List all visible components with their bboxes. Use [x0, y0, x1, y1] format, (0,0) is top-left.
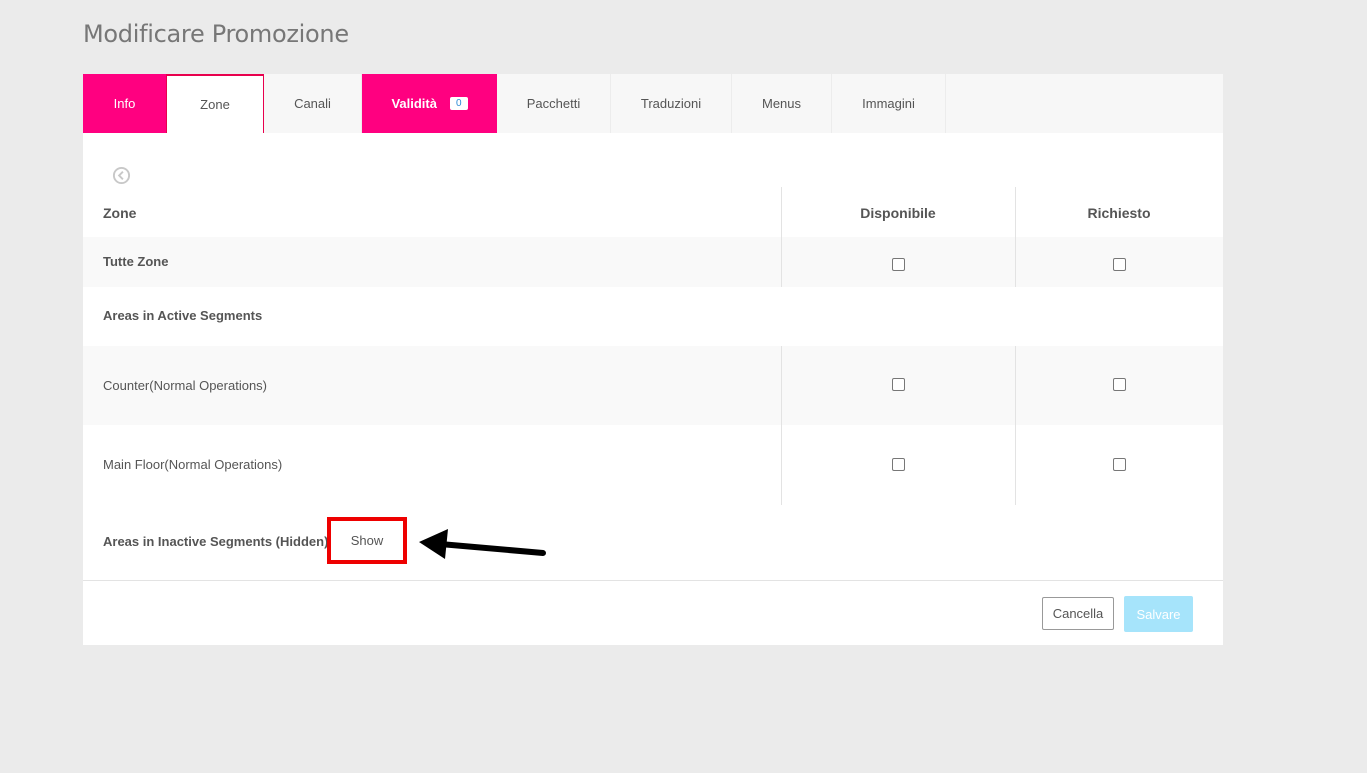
tab-pacchetti[interactable]: Pacchetti [497, 74, 611, 133]
zone-header: Zone [103, 205, 137, 221]
tab-traduzioni[interactable]: Traduzioni [611, 74, 732, 133]
zone-label: Counter(Normal Operations) [103, 378, 268, 393]
validity-count-badge: 0 [449, 97, 468, 110]
tab-label: Info [113, 96, 136, 111]
tab-zone[interactable]: Zone [166, 74, 264, 133]
tab-bar: Info Zone Canali Validità 0 Pacchetti Tra… [83, 74, 1223, 133]
available-checkbox[interactable] [892, 378, 905, 391]
active-segments-heading: Areas in Active Segments [103, 308, 263, 323]
all-zones-label: Tutte Zone [103, 254, 169, 269]
page-title: Modificare Promozione [83, 20, 349, 48]
tab-label: Menus [761, 96, 802, 111]
inactive-segments-heading: Areas in Inactive Segments (Hidden) [103, 534, 329, 549]
tab-menus[interactable]: Menus [732, 74, 832, 133]
all-zones-required-checkbox[interactable] [1113, 258, 1126, 271]
tab-label: Canali [294, 96, 331, 111]
zone-label: Main Floor(Normal Operations) [103, 457, 283, 472]
table-header: Zone Disponibile Richiesto [83, 187, 1223, 237]
tab-label: Traduzioni [640, 96, 702, 111]
show-hidden-areas-button[interactable]: Show [327, 517, 407, 564]
tab-validita[interactable]: Validità 0 [362, 74, 497, 133]
circle-chevron-left-icon[interactable] [112, 166, 131, 185]
footer-divider [83, 580, 1223, 581]
cancel-button[interactable]: Cancella [1042, 597, 1114, 630]
required-checkbox[interactable] [1113, 378, 1126, 391]
required-header: Richiesto [1087, 205, 1151, 221]
all-zones-available-checkbox[interactable] [892, 258, 905, 271]
tab-label: Pacchetti [526, 96, 581, 111]
promotion-card: Info Zone Canali Validità 0 Pacchetti Tra… [83, 74, 1223, 645]
column-divider [1015, 346, 1016, 505]
save-button[interactable]: Salvare [1124, 596, 1193, 632]
tab-info[interactable]: Info [83, 74, 166, 133]
tab-label: Zone [200, 97, 230, 112]
column-divider [781, 346, 782, 505]
column-divider [1015, 187, 1016, 287]
table-row: Counter(Normal Operations) [83, 346, 1223, 425]
tab-canali[interactable]: Canali [264, 74, 362, 133]
column-divider [781, 187, 782, 287]
required-checkbox[interactable] [1113, 458, 1126, 471]
all-zones-row: Tutte Zone [83, 237, 1223, 287]
tab-label: Immagini [862, 96, 915, 111]
table-row: Main Floor(Normal Operations) [83, 425, 1223, 505]
available-header: Disponibile [860, 205, 936, 221]
tab-immagini[interactable]: Immagini [832, 74, 946, 133]
available-checkbox[interactable] [892, 458, 905, 471]
tab-label: Validità [391, 96, 437, 111]
